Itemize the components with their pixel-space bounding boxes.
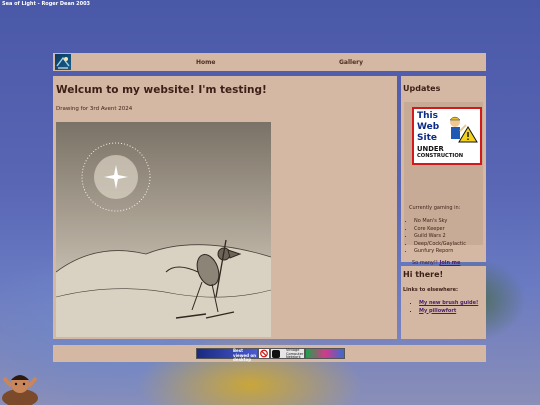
site-logo[interactable] <box>55 54 71 70</box>
gaming-label: Currently gaming in: <box>409 205 461 211</box>
no-sign-icon <box>260 349 268 358</box>
logo-icon <box>56 56 70 69</box>
badge-line-4: UNDER <box>417 145 444 153</box>
vintage-network-label: Vintage Computer Network <box>286 348 304 359</box>
no-sign-button[interactable] <box>258 348 270 359</box>
mascot-character-icon <box>2 375 38 405</box>
updates-panel: Updates This Web Site UNDER CONSTRUCTION… <box>401 76 486 274</box>
updates-box: This Web Site UNDER CONSTRUCTION Current… <box>404 102 483 274</box>
pillowfort-link[interactable]: My pillowfort <box>419 308 456 314</box>
drawing-image <box>56 122 271 337</box>
links-label: Links to elsewhere: <box>403 287 458 293</box>
drawing-caption: Drawing for 3rd Avent 2024 <box>56 106 133 112</box>
badge-line-1: This <box>417 111 438 121</box>
list-item: My pillowfort <box>419 308 484 316</box>
list-item: My new brush guide! <box>419 300 484 308</box>
wallpaper-credit: Sea of Light - Roger Dean 2003 <box>2 1 91 7</box>
badge-line-2: Web <box>417 122 440 132</box>
best-viewed-button[interactable]: Best viewed on desktop <box>196 348 258 362</box>
badge-line-5: CONSTRUCTION <box>417 153 464 159</box>
best-viewed-label: Best viewed on desktop <box>233 348 256 362</box>
game-item: Gunfury Reporn <box>414 248 466 256</box>
game-item: Guild Wars 2 <box>414 233 466 241</box>
links-list: My new brush guide! My pillowfort <box>403 300 484 315</box>
badge-line-3: Site <box>417 133 437 143</box>
colorful-88x31-button[interactable] <box>305 348 345 359</box>
games-list: No Man's Sky Core Keeper Guild Wars 2 De… <box>408 218 466 256</box>
page-title: Welcum to my website! I'm testing! <box>56 84 267 96</box>
links-panel: Hi there! Links to elsewhere: My new bru… <box>401 266 486 339</box>
game-item: No Man's Sky <box>414 218 466 226</box>
top-nav-bar <box>53 53 486 71</box>
construction-worker-icon <box>449 116 478 143</box>
brush-guide-link[interactable]: My new brush guide! <box>419 300 478 306</box>
vintage-logo-icon <box>272 350 280 358</box>
nav-home-link[interactable]: Home <box>196 59 215 66</box>
updates-title: Updates <box>403 84 441 93</box>
main-content-panel: Welcum to my website! I'm testing! Drawi… <box>53 76 397 339</box>
hi-title: Hi there! <box>403 270 444 279</box>
nav-gallery-link[interactable]: Gallery <box>339 59 363 66</box>
under-construction-badge: This Web Site UNDER CONSTRUCTION <box>412 107 482 165</box>
vintage-network-button[interactable]: Vintage Computer Network <box>270 348 305 359</box>
game-item: Core Keeper <box>414 226 466 234</box>
game-item: Deep/Cock/Gaylactic <box>414 241 466 249</box>
